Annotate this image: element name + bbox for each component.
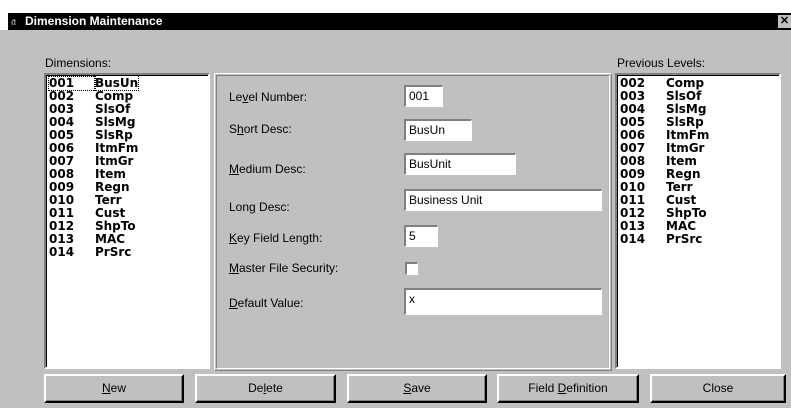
- list-item-code: 014: [49, 245, 75, 259]
- list-item-name: SlsOf: [95, 102, 131, 116]
- list-item-name: Cust: [95, 206, 126, 220]
- long-desc-field[interactable]: Business Unit: [404, 189, 602, 211]
- save-button[interactable]: Save: [347, 374, 487, 403]
- list-item-name: Comp: [95, 89, 134, 103]
- list-item-name: BusUn: [93, 75, 140, 91]
- medium-desc-label: Medium Desc:: [229, 162, 306, 176]
- dimensions-label: Dimensions:: [45, 56, 112, 70]
- list-item-name: SlsMg: [95, 115, 136, 129]
- list-item-name: PrSrc: [666, 232, 703, 246]
- close-window-icon[interactable]: ✕: [778, 15, 791, 28]
- previous-levels-list[interactable]: 002 Comp 003 SlsOf 004 SlsMg 005 SlsRp 006 ItmFm 0…: [615, 73, 781, 369]
- level-number-field[interactable]: 001: [404, 85, 443, 107]
- form-panel: Level Number: 001 Short Desc: BusUn Medi…: [214, 73, 612, 371]
- title-bar: 𝔞 Dimension Maintenance ✕: [0, 0, 791, 30]
- list-item-name: SlsRp: [666, 115, 704, 129]
- previous-levels-label: Previous Levels:: [617, 56, 706, 70]
- list-item-name: Comp: [666, 76, 705, 90]
- default-value-label: Default Value:: [229, 296, 304, 310]
- key-field-length-field[interactable]: 5: [404, 225, 438, 247]
- list-item-name: Terr: [666, 180, 693, 194]
- list-item-name: ItmGr: [666, 141, 705, 155]
- list-item-name: PrSrc: [95, 245, 132, 259]
- list-item-name: SlsOf: [666, 89, 702, 103]
- list-item-name: Terr: [95, 193, 122, 207]
- key-field-length-label: Key Field Length:: [229, 231, 323, 245]
- list-item[interactable]: 014 PrSrc: [46, 246, 208, 259]
- list-item[interactable]: 014 PrSrc: [617, 233, 779, 246]
- field-definition-button[interactable]: Field Definition: [497, 374, 639, 403]
- list-item-name: Item: [95, 167, 126, 181]
- list-item-name: MAC: [666, 219, 697, 233]
- list-item-name: Regn: [95, 180, 130, 194]
- list-item-name: SlsMg: [666, 102, 707, 116]
- window-title: Dimension Maintenance: [25, 14, 163, 28]
- list-item-name: Regn: [666, 167, 701, 181]
- close-button[interactable]: Close: [650, 374, 786, 403]
- master-file-security-checkbox[interactable]: [405, 262, 418, 275]
- list-item-name: MAC: [95, 232, 126, 246]
- dimensions-list[interactable]: 001 BusUn 002 Comp 003 SlsOf 004 SlsMg 005 SlsRp 0…: [44, 73, 210, 369]
- list-item-name: ShpTo: [666, 206, 707, 220]
- list-item-name: ItmGr: [95, 154, 134, 168]
- list-item-name: ItmFm: [95, 141, 139, 155]
- list-item-name: ItmFm: [666, 128, 710, 142]
- title-bar-strip: 𝔞 Dimension Maintenance ✕: [8, 13, 791, 30]
- level-number-label: Level Number:: [229, 90, 308, 104]
- short-desc-field[interactable]: BusUn: [404, 119, 472, 141]
- list-item-name: ShpTo: [95, 219, 136, 233]
- app-icon: 𝔞: [11, 14, 17, 28]
- list-item-name: Cust: [666, 193, 697, 207]
- short-desc-label: Short Desc:: [229, 122, 292, 136]
- master-file-security-label: Master File Security:: [229, 261, 339, 275]
- long-desc-label: Long Desc:: [229, 200, 290, 214]
- list-item-name: SlsRp: [95, 128, 133, 142]
- new-button[interactable]: New: [44, 374, 184, 403]
- list-item-code: 014: [620, 232, 646, 246]
- medium-desc-field[interactable]: BusUnit: [404, 153, 516, 175]
- default-value-field[interactable]: x: [404, 288, 602, 315]
- list-item-name: Item: [666, 154, 697, 168]
- delete-button[interactable]: Delete: [195, 374, 336, 403]
